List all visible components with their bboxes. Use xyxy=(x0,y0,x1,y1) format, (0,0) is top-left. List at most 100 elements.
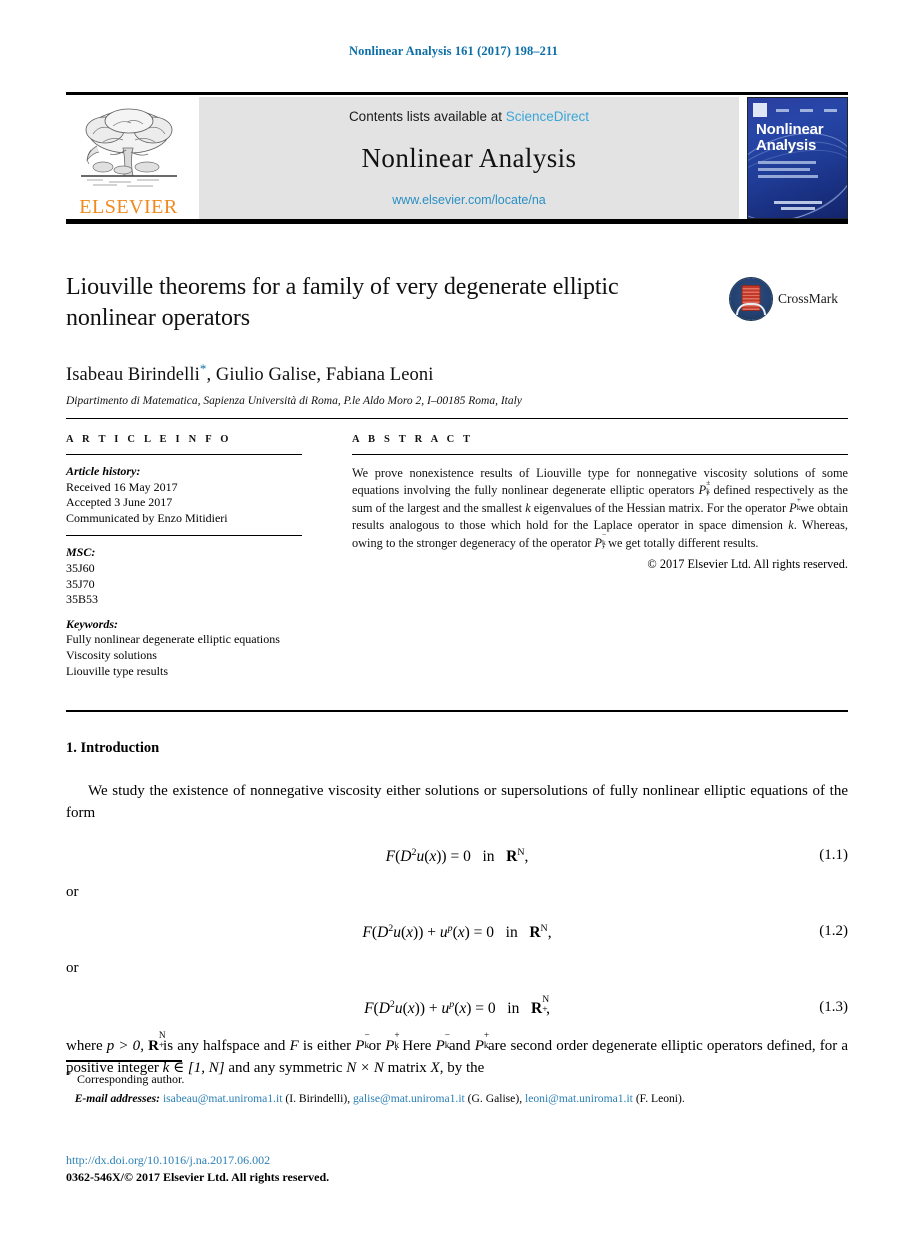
elsevier-tree-icon xyxy=(80,108,177,187)
msc-code-2: 35J70 xyxy=(66,576,95,591)
history-line-received: Received 16 May 2017 xyxy=(66,479,178,494)
or-label-2: or xyxy=(66,960,79,977)
article-history-group: Article history: Received 16 May 2017 Ac… xyxy=(66,464,302,526)
article-info-rule xyxy=(66,454,302,455)
elsevier-wordmark: ELSEVIER xyxy=(79,196,178,218)
article-page: Nonlinear Analysis 161 (2017) 198–211 EL… xyxy=(0,0,907,1238)
corresponding-author-marker[interactable]: * xyxy=(200,360,207,375)
email-label: E-mail addresses: xyxy=(74,1091,161,1105)
p2-part-c: is either xyxy=(298,1038,356,1055)
elsevier-logo: ELSEVIER xyxy=(66,97,191,219)
article-info-column: A R T I C L E I N F O Article history: R… xyxy=(66,434,302,679)
p2-part-a: where xyxy=(66,1038,107,1055)
operator-p-plus-k: P + k xyxy=(789,495,801,515)
corresponding-author-note: * Corresponding author. xyxy=(66,1069,848,1088)
doi-link[interactable]: http://dx.doi.org/10.1016/j.na.2017.06.0… xyxy=(66,1153,270,1167)
abstract-copyright: © 2017 Elsevier Ltd. All rights reserved… xyxy=(647,557,848,572)
email-addresses-note: E-mail addresses: isabeau@mat.uniroma1.i… xyxy=(74,1091,685,1105)
email-owner-birindelli: (I. Birindelli) xyxy=(285,1091,348,1105)
equation-1-2: F(D2u(x)) + up(x) = 0 in RN, (1.2) xyxy=(66,923,848,942)
email-link-galise[interactable]: galise@mat.uniroma1.it xyxy=(353,1092,465,1105)
operator-p-minus-k: P − k xyxy=(594,530,607,550)
email-owner-galise: (G. Galise) xyxy=(467,1091,520,1105)
or-label-1: or xyxy=(66,883,79,900)
title-block: Liouville theorems for a family of very … xyxy=(66,272,848,407)
halfspace-symbol: R N + xyxy=(148,1031,166,1055)
email-link-birindelli[interactable]: isabeau@mat.uniroma1.it xyxy=(163,1092,283,1105)
email-owner-leoni: (F. Leoni). xyxy=(635,1091,685,1105)
crossmark-icon xyxy=(730,278,772,320)
footnote-block: * Corresponding author. E-mail addresses… xyxy=(66,1060,848,1107)
footnote-rule xyxy=(66,1060,182,1062)
operator-p-plus-k-inline-2: P + k xyxy=(474,1031,490,1055)
abstract-text: We prove nonexistence results of Liouvil… xyxy=(352,465,848,552)
cover-footer-lines xyxy=(748,201,847,210)
msc-code-3: 35B53 xyxy=(66,592,99,607)
journal-banner: Contents lists available at ScienceDirec… xyxy=(199,97,739,219)
page-title: Liouville theorems for a family of very … xyxy=(66,274,619,332)
journal-masthead: ELSEVIER Contents lists available at Sci… xyxy=(66,92,848,224)
issn-copyright-line: 0362-546X/© 2017 Elsevier Ltd. All right… xyxy=(66,1170,330,1185)
journal-title: Nonlinear Analysis xyxy=(361,143,577,173)
article-history-label: Article history: xyxy=(66,464,141,478)
p2-F: F xyxy=(289,1038,299,1055)
contents-prefix: Contents lists available at xyxy=(348,109,506,124)
author-list: Isabeau Birindelli*, Giulio Galise, Fabi… xyxy=(66,360,848,385)
operator-p-pm-k: P ± k xyxy=(698,477,711,498)
affiliation: Dipartimento di Matematica, Sapienza Uni… xyxy=(66,394,522,407)
running-head: Nonlinear Analysis 161 (2017) 198–211 xyxy=(348,44,559,58)
equation-1-1-number: (1.1) xyxy=(819,846,848,863)
info-section-top-rule xyxy=(66,418,848,419)
contents-line: Contents lists available at ScienceDirec… xyxy=(349,109,589,124)
equation-1-3: F(D2u(x)) + up(x) = 0 in R N + , (1.3) xyxy=(66,994,848,1018)
equation-1-3-number: (1.3) xyxy=(819,999,848,1016)
operator-p-minus-k-inline-1: P − k xyxy=(355,1031,370,1055)
abstract-part-6: , we get totally different results. xyxy=(601,535,759,550)
keywords-label: Keywords: xyxy=(66,616,118,631)
article-body: 1. Introduction We study the existence o… xyxy=(66,740,848,1080)
keyword-2: Viscosity solutions xyxy=(66,647,157,662)
journal-cover-thumbnail: Nonlinear Analysis xyxy=(747,97,848,219)
cover-title: Nonlinear Analysis xyxy=(756,121,824,154)
p2-part-b: is any halfspace and xyxy=(158,1038,290,1055)
email-link-leoni[interactable]: leoni@mat.uniroma1.it xyxy=(525,1092,633,1105)
equation-1-1: F(D2u(x)) = 0 in RN, (1.1) xyxy=(66,847,848,866)
p2-p-positive: p > 0 xyxy=(106,1038,141,1055)
sciencedirect-link[interactable]: ScienceDirect xyxy=(506,109,589,124)
doi-block: http://dx.doi.org/10.1016/j.na.2017.06.0… xyxy=(66,1152,329,1187)
journal-url[interactable]: www.elsevier.com/locate/na xyxy=(392,193,546,207)
masthead-bottom-rule xyxy=(66,219,848,224)
crossmark-label: CrossMark xyxy=(778,291,838,306)
history-line-accepted: Accepted 3 June 2017 xyxy=(66,495,173,510)
section-heading-introduction: 1. Introduction xyxy=(66,740,160,756)
abstract-part-3: eigenvalues of the Hessian matrix. For t… xyxy=(530,500,790,515)
crossmark-badge[interactable]: CrossMark xyxy=(730,276,848,322)
keyword-3: Liouville type results xyxy=(66,663,168,678)
footnote-asterisk: * xyxy=(66,1070,71,1081)
msc-group: MSC: 35J60 35J70 35B53 xyxy=(66,545,302,607)
corresponding-author-text: Corresponding author. xyxy=(77,1072,185,1086)
equation-1-2-number: (1.2) xyxy=(819,922,848,939)
operator-p-minus-k-inline-2: P − k xyxy=(435,1031,451,1055)
equation-1-1-body: F(D2u(x)) = 0 in RN, xyxy=(385,846,529,865)
article-info-heading: A R T I C L E I N F O xyxy=(66,434,232,445)
article-history-separator xyxy=(66,535,302,537)
cover-subtitle-lines xyxy=(758,161,818,182)
msc-label: MSC: xyxy=(66,545,96,560)
msc-code-1: 35J60 xyxy=(66,560,95,575)
keywords-group: Keywords: Fully nonlinear degenerate ell… xyxy=(66,617,302,679)
history-line-communicated: Communicated by Enzo Mitidieri xyxy=(66,510,228,525)
abstract-heading: A B S T R A C T xyxy=(352,434,474,445)
keyword-1: Fully nonlinear degenerate elliptic equa… xyxy=(66,632,280,647)
equation-1-2-body: F(D2u(x)) + up(x) = 0 in RN, xyxy=(362,922,552,942)
authors-text: Isabeau Birindelli*, Giulio Galise, Fabi… xyxy=(66,360,434,385)
abstract-column: A B S T R A C T We prove nonexistence re… xyxy=(352,434,848,572)
abstract-rule xyxy=(352,454,848,455)
intro-paragraph-1: We study the existence of nonnegative vi… xyxy=(66,783,848,821)
operator-p-plus-k-inline-1: P + k xyxy=(385,1031,400,1055)
equation-1-3-body: F(D2u(x)) + up(x) = 0 in R N + , xyxy=(364,994,550,1018)
cover-publisher-badge xyxy=(753,103,767,117)
body-top-rule xyxy=(66,710,848,712)
masthead-top-rule xyxy=(66,92,848,95)
p2-part-e: . Here xyxy=(394,1038,436,1055)
